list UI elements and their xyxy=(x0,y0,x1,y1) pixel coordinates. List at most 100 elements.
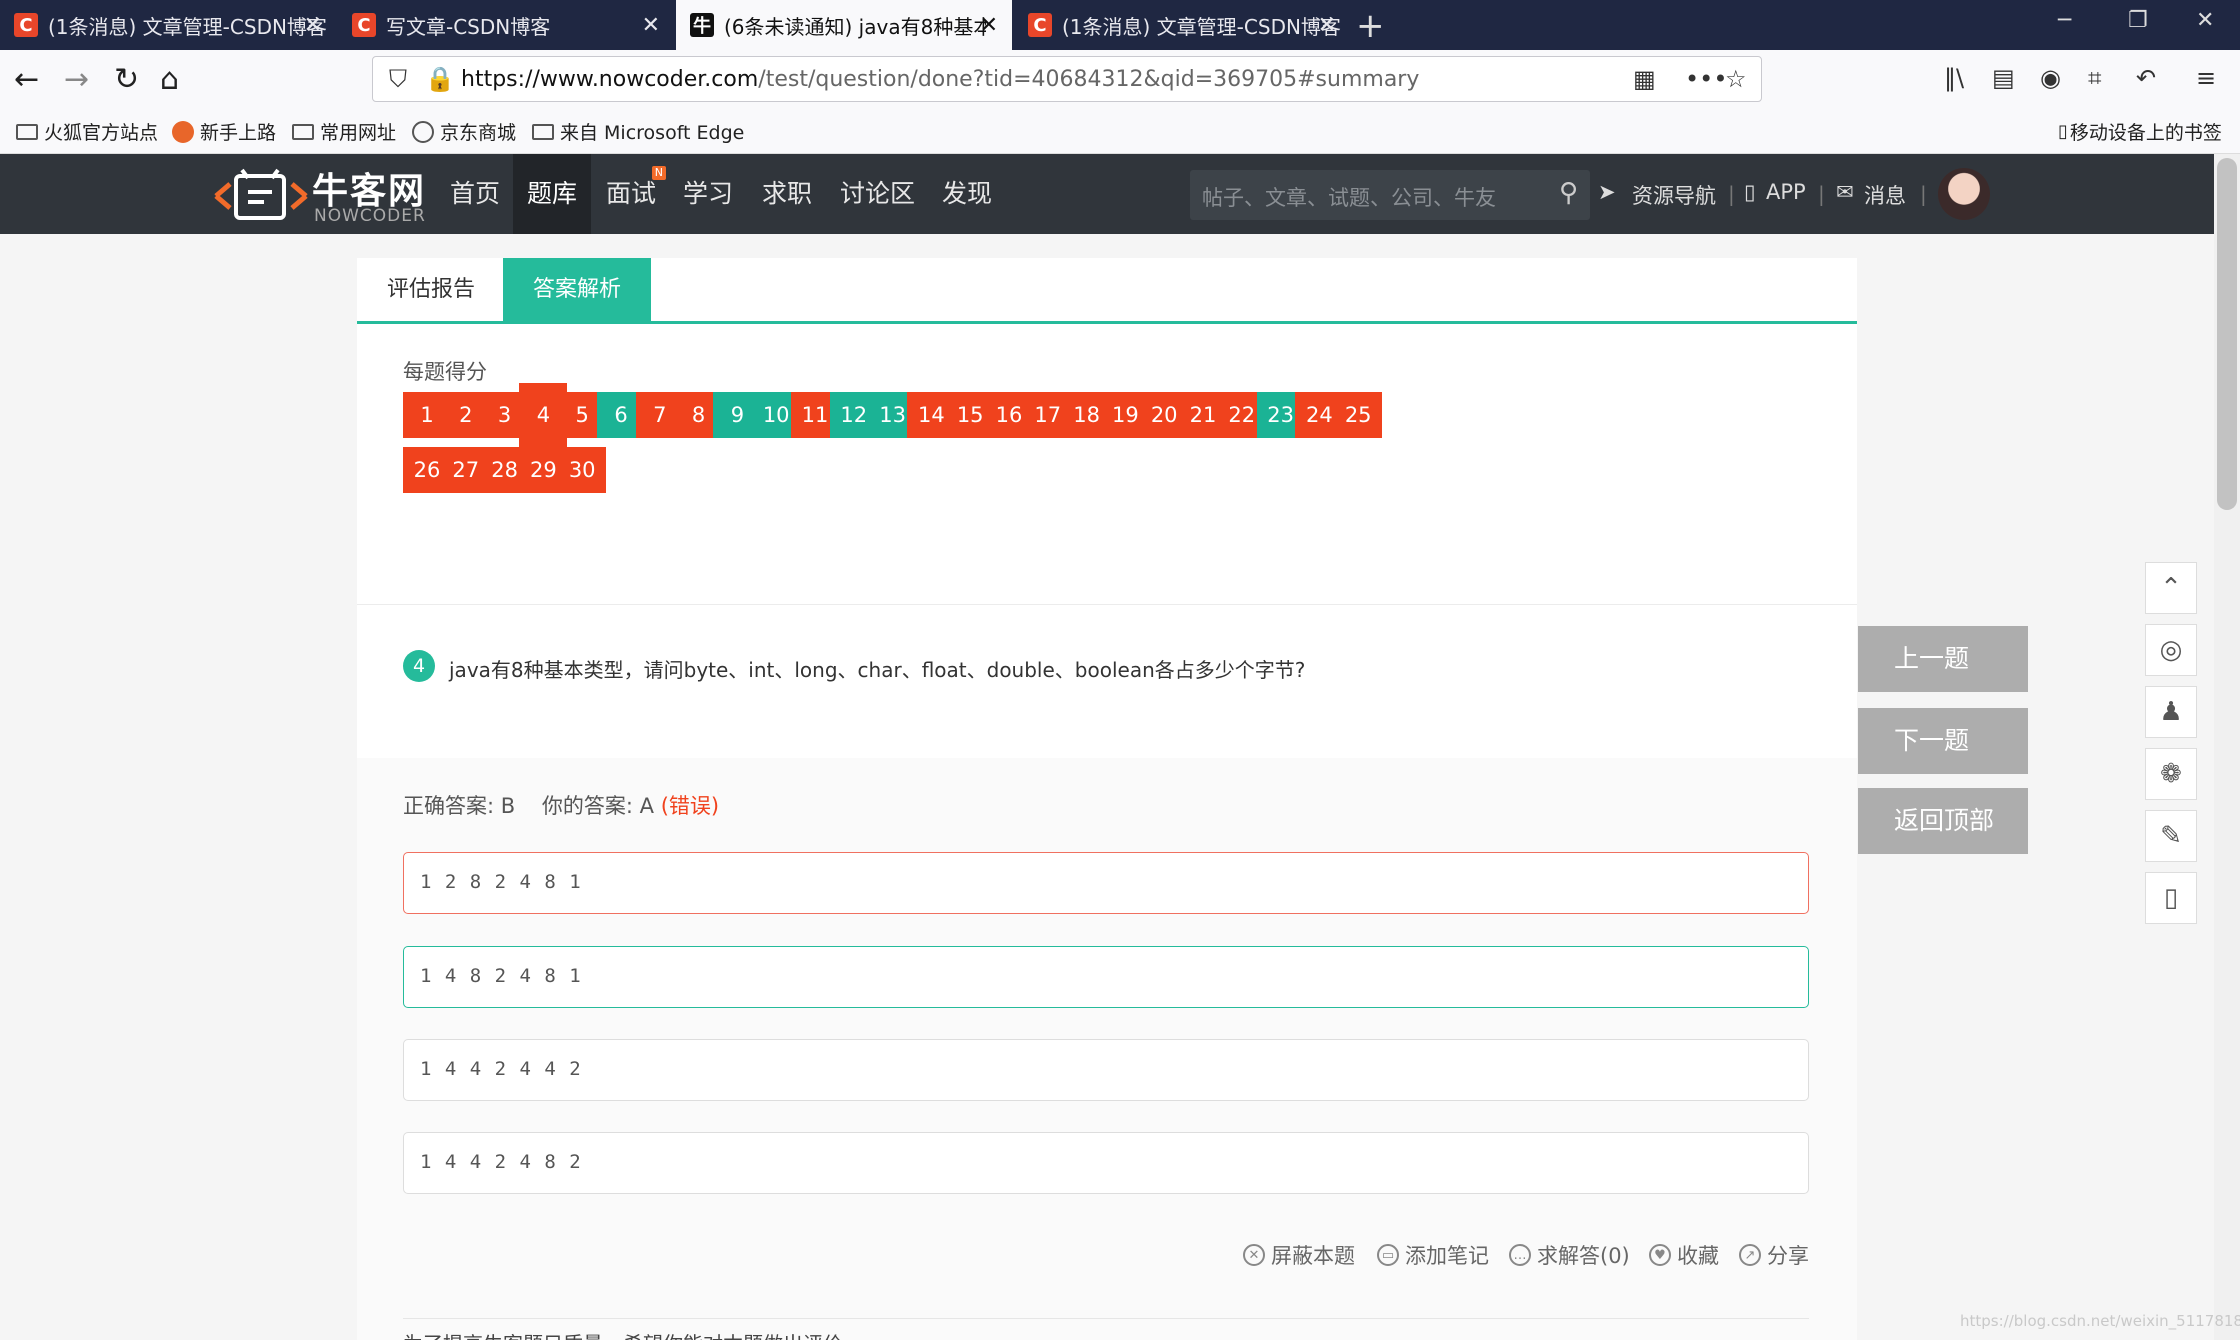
question-text: java有8种基本类型，请问byte、int、long、char、float、d… xyxy=(449,658,1306,682)
site-header: 牛客网 NOWCODER 首页 题库 面试 N 学习 求职 讨论区 发现 帖子、文… xyxy=(0,154,2214,234)
mobile-icon[interactable]: ▯ xyxy=(2145,872,2197,924)
globe-icon xyxy=(412,120,434,143)
bookmark-item[interactable]: 火狐官方站点 xyxy=(16,118,158,145)
browser-tab-2[interactable]: C 写文章-CSDN博客 ✕ xyxy=(338,0,674,50)
weibo-icon[interactable]: ◎ xyxy=(2145,624,2197,676)
question-score-box[interactable]: 25 xyxy=(1334,392,1383,438)
prev-question-button[interactable]: 上一题 xyxy=(1858,626,2028,692)
option-b[interactable]: 1 4 8 2 4 8 1 xyxy=(403,946,1809,1008)
wechat-icon[interactable]: ❁ xyxy=(2145,748,2197,800)
new-tab-button[interactable]: + xyxy=(1356,6,1385,46)
avatar[interactable] xyxy=(1938,168,1990,220)
qr-code-icon[interactable]: ▦ xyxy=(1633,65,1656,93)
nav-learn[interactable]: 学习 xyxy=(669,154,747,234)
back-to-top-button[interactable]: 返回顶部 xyxy=(1858,788,2028,854)
chat-icon: … xyxy=(1509,1244,1531,1266)
ask-answer-button[interactable]: … 求解答(0) xyxy=(1509,1240,1630,1270)
forward-icon[interactable]: → xyxy=(64,62,89,97)
heart-icon: ♥ xyxy=(1649,1244,1671,1266)
back-icon[interactable]: ← xyxy=(14,62,39,97)
url-domain: https://www.nowcoder.com xyxy=(461,67,759,92)
edit-icon[interactable]: ✎ xyxy=(2145,810,2197,862)
tab-answer-analysis[interactable]: 答案解析 xyxy=(503,258,652,322)
nav-discover[interactable]: 发现 xyxy=(928,154,1006,234)
nav-jobs[interactable]: 求职 xyxy=(748,154,826,234)
block-question-button[interactable]: ✕ 屏蔽本题 xyxy=(1243,1240,1355,1270)
action-label: 分享 xyxy=(1767,1244,1809,1268)
favorite-button[interactable]: ♥ 收藏 xyxy=(1649,1240,1719,1270)
bookmark-item[interactable]: 新手上路 xyxy=(172,118,276,145)
nav-interview[interactable]: 面试 N xyxy=(592,154,670,234)
site-search-input[interactable]: 帖子、文章、试题、公司、牛友 ⚲ xyxy=(1190,170,1590,220)
bookmark-label: 京东商城 xyxy=(440,122,517,144)
bookmark-star-icon[interactable]: ☆ xyxy=(1725,65,1747,93)
separator: | xyxy=(1818,182,1825,206)
action-label: 收藏 xyxy=(1677,1244,1719,1268)
url-text[interactable]: https://www.nowcoder.com/test/question/d… xyxy=(461,67,1419,92)
more-icon[interactable]: ••• xyxy=(1685,65,1727,93)
score-title: 每题得分 xyxy=(403,360,487,384)
close-icon[interactable]: ✕ xyxy=(304,13,322,38)
bookmark-item[interactable]: 常用网址 xyxy=(292,118,396,145)
sidebar-icon[interactable]: ▤ xyxy=(1992,64,2015,92)
bookmark-label: 火狐官方站点 xyxy=(44,122,159,144)
restore-icon[interactable]: ❐ xyxy=(2128,8,2148,33)
scroll-up-icon[interactable]: ⌃ xyxy=(2145,562,2197,614)
watermark: https://blog.csdn.net/weixin_51178180 xyxy=(1960,1312,2240,1330)
add-note-button[interactable]: ▭ 添加笔记 xyxy=(1377,1240,1489,1270)
nav-question-bank[interactable]: 题库 xyxy=(513,154,592,234)
home-icon[interactable]: ⌂ xyxy=(160,62,179,97)
new-badge: N xyxy=(651,166,667,180)
browser-tab-3[interactable]: 牛 (6条未读通知) java有8种基本类 ✕ xyxy=(676,0,1012,50)
scrollbar-thumb[interactable] xyxy=(2217,158,2237,510)
bookmark-label: 移动设备上的书签 xyxy=(2069,122,2222,144)
nav-home[interactable]: 首页 xyxy=(436,154,514,234)
block-icon: ✕ xyxy=(1243,1244,1265,1266)
answer-summary: 正确答案: B 你的答案: A (错误) xyxy=(403,790,719,820)
option-a[interactable]: 1 2 8 2 4 8 1 xyxy=(403,852,1809,914)
crop-icon[interactable]: ⌗ xyxy=(2088,64,2102,92)
window-close-icon[interactable]: ✕ xyxy=(2196,8,2214,33)
resource-nav-link[interactable]: 资源导航 xyxy=(1632,180,1716,210)
tab-title: (6条未读通知) java有8种基本类 xyxy=(724,14,986,39)
csdn-icon: C xyxy=(352,13,376,37)
option-text: 1 4 4 2 4 4 2 xyxy=(420,1058,582,1080)
shield-icon[interactable]: ⛉ xyxy=(389,65,407,93)
question-score-box[interactable]: 30 xyxy=(558,447,607,493)
browser-tab-4[interactable]: C (1条消息) 文章管理-CSDN博客 ✕ xyxy=(1014,0,1350,50)
menu-icon[interactable]: ≡ xyxy=(2196,64,2216,92)
folder-icon xyxy=(16,123,38,140)
csdn-icon: C xyxy=(14,13,38,37)
browser-tab-1[interactable]: C (1条消息) 文章管理-CSDN博客 ✕ xyxy=(0,0,336,50)
mobile-bookmarks[interactable]: ▯ 移动设备上的书签 xyxy=(2058,118,2222,145)
bookmark-item[interactable]: 来自 Microsoft Edge xyxy=(532,118,744,145)
close-icon[interactable]: ✕ xyxy=(980,13,998,38)
next-question-button[interactable]: 下一题 xyxy=(1858,708,2028,774)
url-bar[interactable]: ⛉ 🔒 https://www.nowcoder.com/test/questi… xyxy=(372,56,1762,102)
account-icon[interactable]: ◉ xyxy=(2040,64,2061,92)
close-icon[interactable]: ✕ xyxy=(642,13,660,38)
close-icon[interactable]: ✕ xyxy=(1318,13,1336,38)
bookmark-item[interactable]: 京东商城 xyxy=(412,118,516,145)
messages-link[interactable]: 消息 xyxy=(1864,180,1906,210)
library-icon[interactable]: ‖\ xyxy=(1944,64,1964,92)
url-path: /test/question/done?tid=40684312&qid=369… xyxy=(758,67,1420,92)
reload-icon[interactable]: ↻ xyxy=(114,62,139,97)
nowcoder-icon: 牛 xyxy=(690,13,714,37)
vertical-scrollbar[interactable] xyxy=(2214,154,2240,1340)
qq-icon[interactable]: ♟ xyxy=(2145,686,2197,738)
minimize-icon[interactable]: ─ xyxy=(2058,8,2071,33)
option-d[interactable]: 1 4 4 2 4 8 2 xyxy=(403,1132,1809,1194)
app-link[interactable]: APP xyxy=(1766,180,1806,204)
your-answer: 你的答案: A xyxy=(541,794,654,818)
search-placeholder: 帖子、文章、试题、公司、牛友 xyxy=(1202,186,1496,210)
nav-discuss[interactable]: 讨论区 xyxy=(826,154,929,234)
navigation-icon: ➤ xyxy=(1598,180,1616,204)
option-c[interactable]: 1 4 4 2 4 4 2 xyxy=(403,1039,1809,1101)
share-icon: ↗ xyxy=(1739,1244,1761,1266)
firefox-icon xyxy=(172,120,194,143)
search-icon[interactable]: ⚲ xyxy=(1559,178,1578,208)
share-button[interactable]: ↗ 分享 xyxy=(1739,1240,1809,1270)
undo-icon[interactable]: ↶ xyxy=(2136,64,2156,92)
tab-evaluation-report[interactable]: 评估报告 xyxy=(357,258,505,322)
